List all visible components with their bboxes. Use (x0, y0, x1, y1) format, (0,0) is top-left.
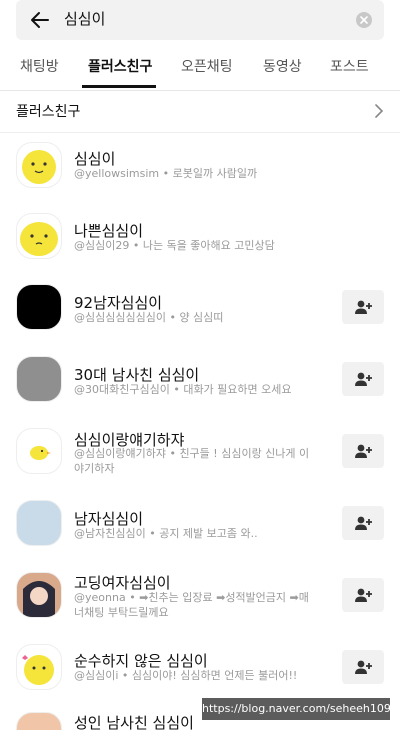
item-description: @심심이29 • 나는 독을 좋아해요 고민상담 (74, 239, 275, 252)
search-tabs: 채팅방 플러스친구 오픈채팅 동영상 포스트 (0, 52, 400, 91)
item-description: @남자친심심이 • 공지 제발 보고좀 와.. (74, 527, 258, 540)
avatar (16, 712, 62, 730)
avatar (16, 500, 62, 546)
avatar (16, 428, 62, 474)
add-friend-icon (355, 660, 372, 674)
tab-posts[interactable]: 포스트 (330, 58, 369, 76)
add-friend-button[interactable] (342, 506, 384, 540)
section-title: 플러스친구 (16, 104, 81, 120)
avatar (16, 356, 62, 402)
list-item[interactable]: 30대 남사친 심심이 @30대화친구심심이 • 대화가 필요하면 오세요 (0, 352, 400, 424)
clear-search-icon[interactable] (356, 12, 372, 28)
add-friend-icon (355, 372, 372, 386)
add-friend-button[interactable] (342, 362, 384, 396)
list-item[interactable]: 나쁜심심이 @심심이29 • 나는 독을 좋아해요 고민상담 (0, 208, 400, 280)
item-description: @yeonna • ➡친추는 입장료 ➡성적발언금지 ➡매너채팅 부탁드릴께요 (74, 591, 309, 619)
add-friend-icon (355, 516, 372, 530)
item-name: 성인 남사친 심심이 (74, 714, 194, 730)
list-item[interactable]: 92남자심심이 @심심심심심심심이 • 양 심심띠 (0, 280, 400, 352)
avatar (16, 644, 62, 690)
add-friend-button[interactable] (342, 290, 384, 324)
add-friend-icon (355, 300, 372, 314)
item-description: @심심이i • 심심이야! 심심하면 언제든 불러어!! (74, 669, 298, 682)
tab-open-chat[interactable]: 오픈채팅 (181, 58, 233, 76)
avatar (16, 284, 62, 330)
back-arrow-icon[interactable] (30, 10, 50, 30)
tab-plus-friends[interactable]: 플러스친구 (88, 58, 152, 76)
avatar (16, 213, 62, 259)
add-friend-button[interactable] (342, 578, 384, 612)
active-tab-indicator (82, 85, 156, 88)
add-friend-icon (355, 588, 372, 602)
add-friend-button[interactable] (342, 434, 384, 468)
item-description: @yellowsimsim • 로봇일까 사람일까 (74, 167, 258, 180)
search-input[interactable]: 심심이 (64, 9, 105, 29)
tab-chatrooms[interactable]: 채팅방 (20, 58, 59, 76)
list-item[interactable]: 심심이 @yellowsimsim • 로봇일까 사람일까 (0, 136, 400, 208)
list-item[interactable]: 고딩여자심심이 @yeonna • ➡친추는 입장료 ➡성적발언금지 ➡매너채팅… (0, 568, 400, 640)
add-friend-icon (355, 444, 372, 458)
plus-friends-section-header[interactable]: 플러스친구 (0, 90, 400, 133)
watermark: https://blog.naver.com/seheeh109 (202, 698, 391, 720)
item-description: @심심심심심심심이 • 양 심심띠 (74, 311, 224, 324)
tab-videos[interactable]: 동영상 (263, 58, 302, 76)
list-item[interactable]: 남자심심이 @남자친심심이 • 공지 제발 보고좀 와.. (0, 496, 400, 568)
chevron-right-icon (374, 103, 384, 119)
list-item[interactable]: 심심이랑얘기하쟈 @심심이랑얘기하쟈 • 친구들 ! 심심이랑 신나게 이야기하… (0, 424, 400, 496)
avatar (16, 572, 62, 618)
item-description: @심심이랑얘기하쟈 • 친구들 ! 심심이랑 신나게 이야기하자 (74, 447, 310, 475)
search-bar[interactable]: 심심이 (16, 0, 384, 40)
avatar (16, 142, 62, 188)
add-friend-button[interactable] (342, 650, 384, 684)
item-description: @30대화친구심심이 • 대화가 필요하면 오세요 (74, 383, 292, 396)
